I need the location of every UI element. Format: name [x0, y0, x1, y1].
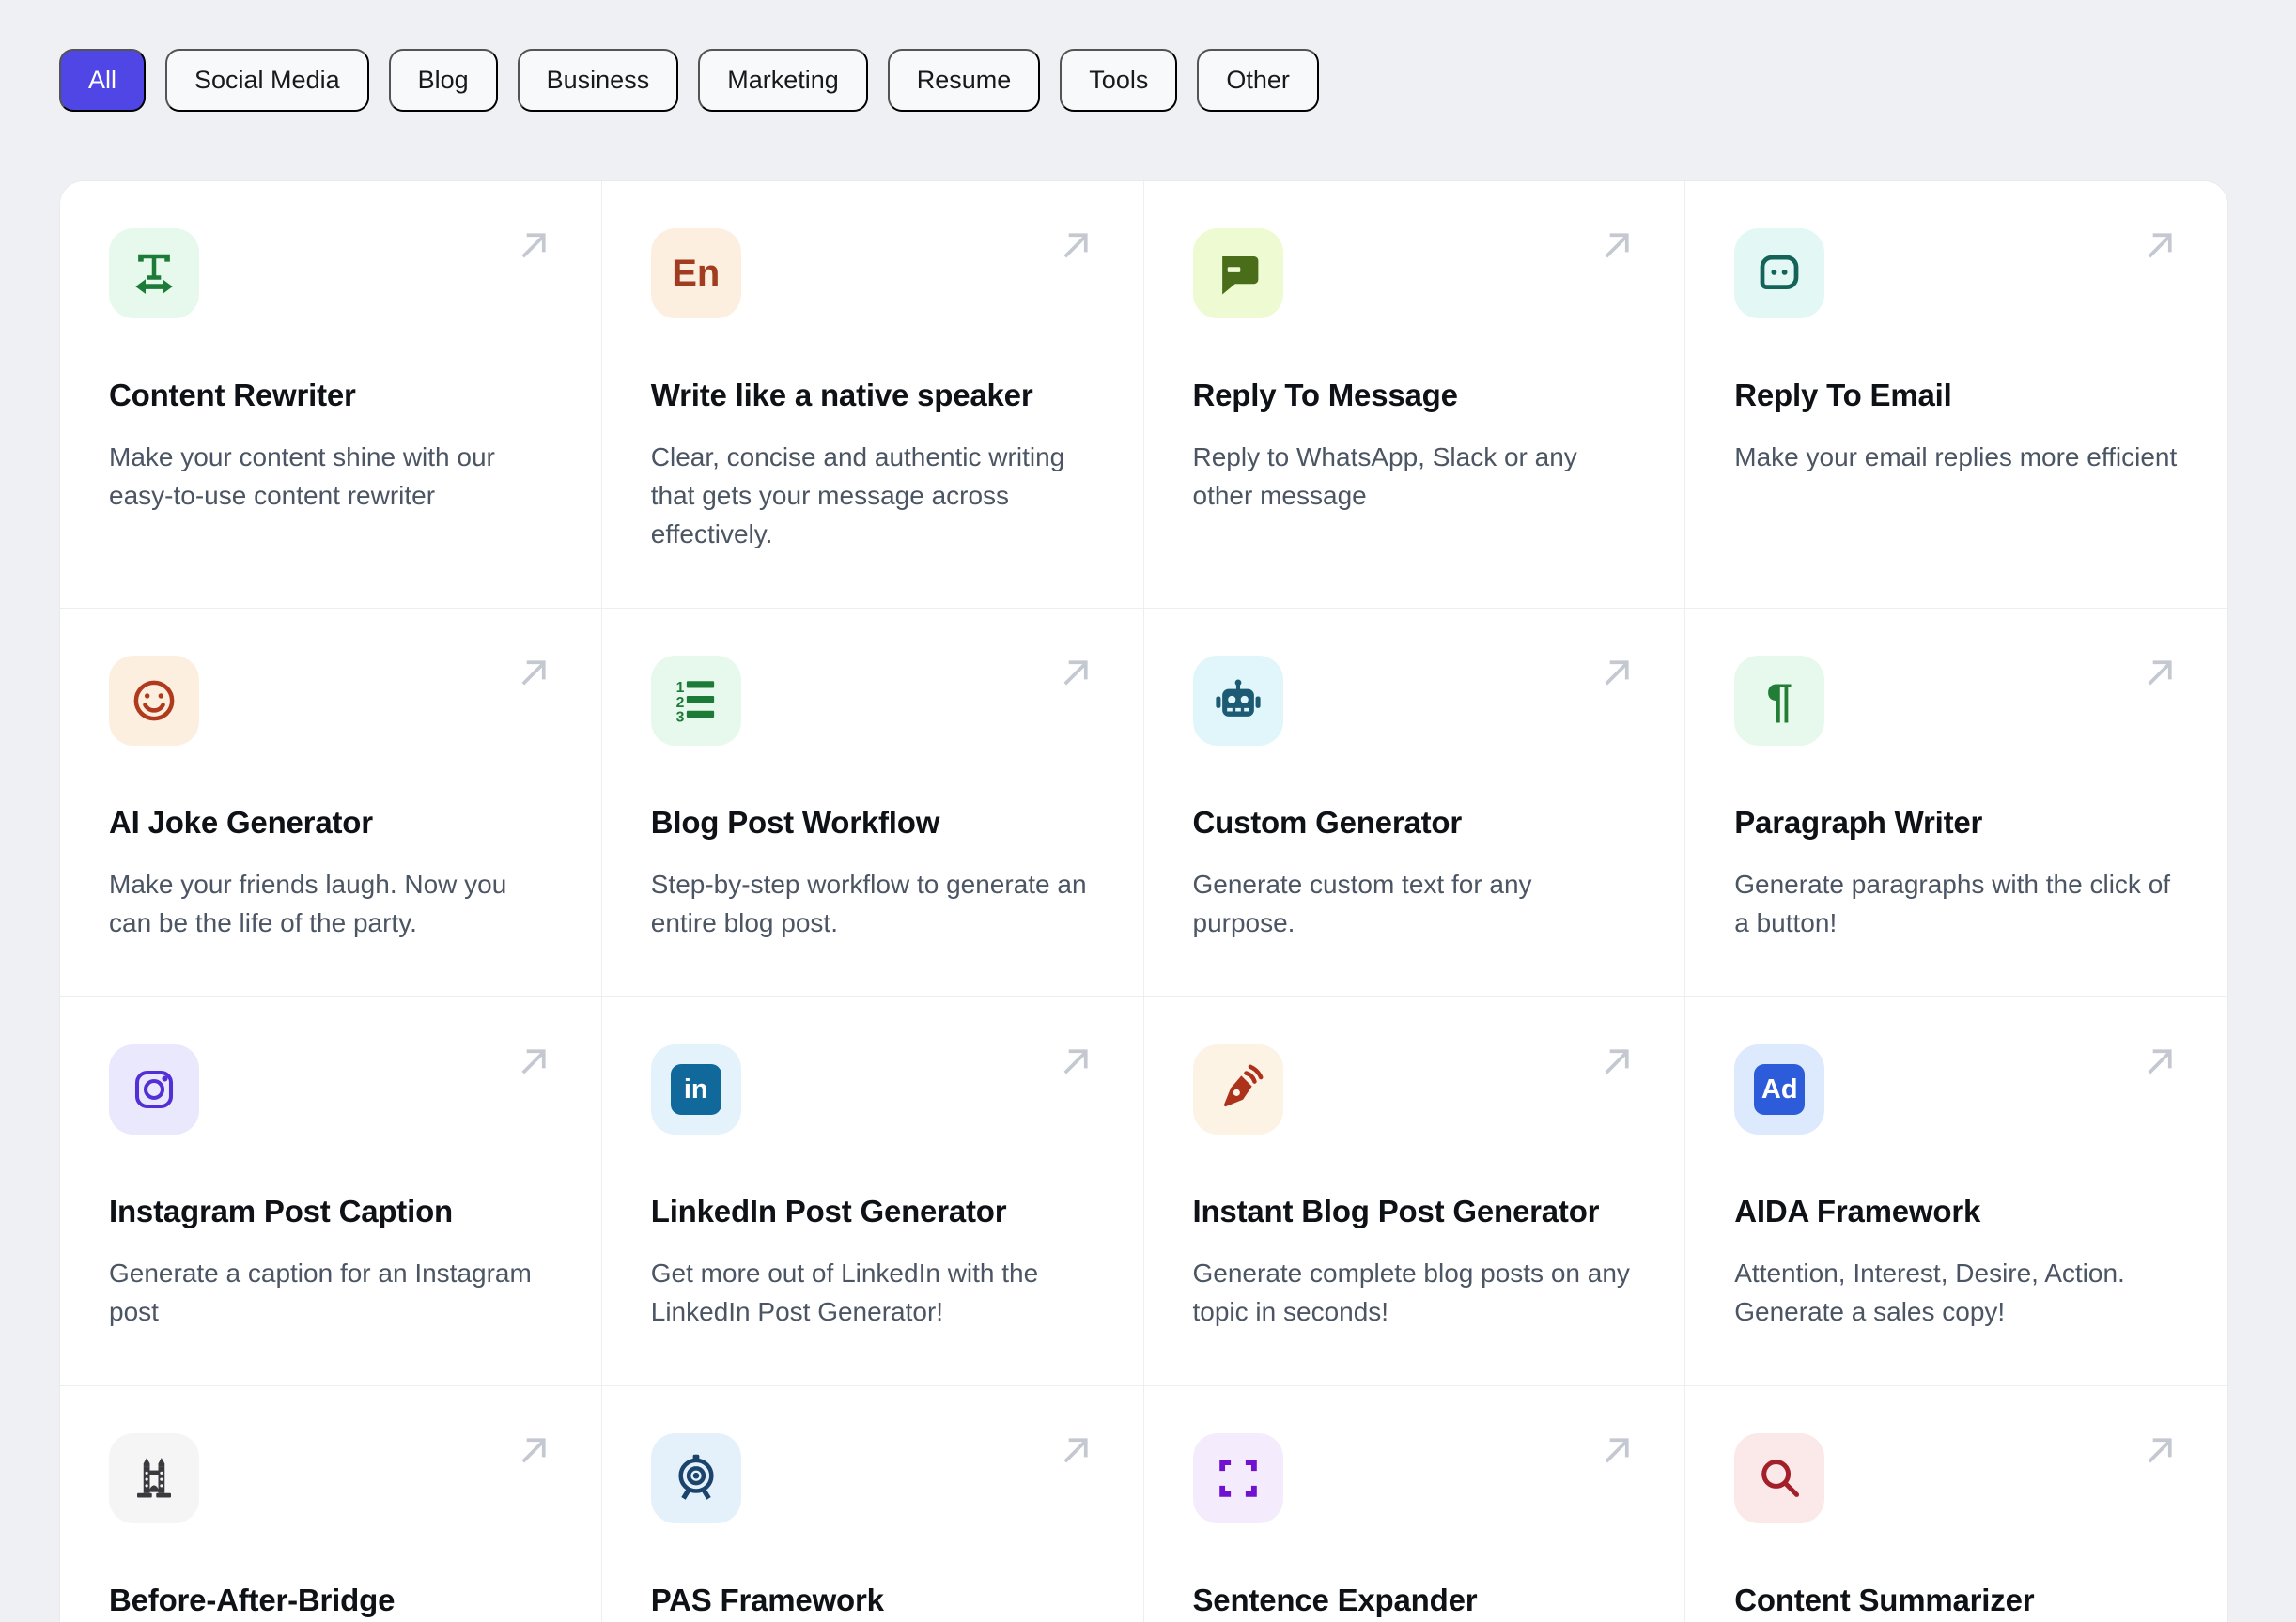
filter-tab-marketing[interactable]: Marketing: [698, 49, 868, 112]
card-description: Reply to WhatsApp, Slack or any other me…: [1192, 442, 1577, 510]
open-arrow-icon[interactable]: [2140, 653, 2180, 693]
card-description: Make your friends laugh. Now you can be …: [109, 870, 507, 937]
tool-card[interactable]: Instant Blog Post Generator Generate com…: [1143, 997, 1686, 1386]
expand-icon: [1192, 1433, 1283, 1523]
filter-tab-resume[interactable]: Resume: [887, 49, 1041, 112]
card-title: Reply To Email: [1734, 378, 1952, 412]
card-title: Paragraph Writer: [1734, 805, 1983, 840]
card-description: Make your email replies more efficient: [1734, 442, 2178, 471]
card-description: Generate a caption for an Instagram post: [109, 1259, 532, 1326]
card-title: Sentence Expander: [1192, 1583, 1478, 1617]
svg-text:1: 1: [675, 680, 684, 696]
tools-grid: Content Rewriter Make your content shine…: [59, 180, 2228, 1622]
card-description: Generate custom text for any purpose.: [1192, 870, 1532, 937]
open-arrow-icon[interactable]: [2140, 1042, 2180, 1082]
filter-tab-label: All: [88, 66, 117, 94]
card-title: Reply To Message: [1192, 378, 1458, 412]
magnifier-icon: [1734, 1433, 1825, 1523]
tool-card[interactable]: ¶ Paragraph Writer Generate paragraphs w…: [1685, 609, 2227, 997]
bridge-icon: [109, 1433, 199, 1523]
card-description: Step-by-step workflow to generate an ent…: [650, 870, 1087, 937]
pilcrow-icon: ¶: [1734, 656, 1825, 746]
card-title: Instant Blog Post Generator: [1192, 1194, 1600, 1228]
filter-tab-tools[interactable]: Tools: [1060, 49, 1178, 112]
tool-card[interactable]: 123 Blog Post Workflow Step-by-step work…: [601, 609, 1144, 997]
open-arrow-icon[interactable]: [514, 1430, 554, 1471]
card-title: AI Joke Generator: [109, 805, 373, 840]
chat-bubble-dots-icon: [1734, 228, 1825, 318]
filter-tab-all[interactable]: All: [59, 49, 147, 112]
filter-tab-label: Resume: [916, 66, 1012, 94]
open-arrow-icon[interactable]: [514, 1042, 554, 1082]
filter-tab-label: Tools: [1089, 66, 1149, 94]
tool-card[interactable]: En Write like a native speaker Clear, co…: [601, 181, 1144, 609]
card-title: Instagram Post Caption: [109, 1194, 453, 1228]
svg-text:3: 3: [675, 710, 684, 726]
filter-tab-social-media[interactable]: Social Media: [165, 49, 369, 112]
tool-card[interactable]: in LinkedIn Post Generator Get more out …: [601, 997, 1144, 1386]
filter-tab-label: Blog: [417, 66, 469, 94]
card-description: Get more out of LinkedIn with the Linked…: [650, 1259, 1039, 1326]
card-description: Generate paragraphs with the click of a …: [1734, 870, 2171, 937]
card-description: Attention, Interest, Desire, Action. Gen…: [1734, 1259, 2125, 1326]
open-arrow-icon[interactable]: [1056, 1430, 1096, 1471]
filter-tab-label: Business: [546, 66, 650, 94]
card-title: AIDA Framework: [1734, 1194, 1981, 1228]
open-arrow-icon[interactable]: [514, 225, 554, 266]
tool-card[interactable]: Instagram Post Caption Generate a captio…: [60, 997, 602, 1386]
tool-card[interactable]: Custom Generator Generate custom text fo…: [1143, 609, 1686, 997]
open-arrow-icon[interactable]: [514, 653, 554, 693]
open-arrow-icon[interactable]: [1597, 1430, 1637, 1471]
open-arrow-icon[interactable]: [1056, 225, 1096, 266]
open-arrow-icon[interactable]: [1056, 653, 1096, 693]
tool-card[interactable]: Reply To Message Reply to WhatsApp, Slac…: [1143, 181, 1686, 609]
card-description: Make your content shine with our easy-to…: [109, 442, 495, 510]
open-arrow-icon[interactable]: [2140, 1430, 2180, 1471]
robot-icon: [1192, 656, 1283, 746]
category-filter-tabs: All Social Media Blog Business Marketing Resu…: [59, 49, 1319, 112]
card-title: Content Rewriter: [109, 378, 356, 412]
card-description: Generate complete blog posts on any topi…: [1192, 1259, 1630, 1326]
open-arrow-icon[interactable]: [1597, 225, 1637, 266]
linkedin-icon: in: [650, 1044, 741, 1135]
open-arrow-icon[interactable]: [2140, 225, 2180, 266]
target-icon: [650, 1433, 741, 1523]
tool-card[interactable]: Before-After-Bridge: [60, 1386, 602, 1622]
filter-tab-other[interactable]: Other: [1197, 49, 1319, 112]
card-description: Clear, concise and authentic writing tha…: [650, 442, 1065, 548]
tool-card[interactable]: Content Rewriter Make your content shine…: [60, 181, 602, 609]
message-bubble-icon: [1192, 228, 1283, 318]
tool-card[interactable]: Reply To Email Make your email replies m…: [1685, 181, 2227, 609]
tool-card[interactable]: Content Summarizer: [1685, 1386, 2227, 1622]
open-arrow-icon[interactable]: [1056, 1042, 1096, 1082]
tool-card[interactable]: Ad AIDA Framework Attention, Interest, D…: [1685, 997, 2227, 1386]
svg-text:2: 2: [675, 695, 684, 711]
open-arrow-icon[interactable]: [1597, 1042, 1637, 1082]
text-width-icon: [109, 228, 199, 318]
filter-tab-label: Other: [1226, 66, 1290, 94]
filter-tab-blog[interactable]: Blog: [388, 49, 498, 112]
numbered-list-icon: 123: [650, 656, 741, 746]
tool-card[interactable]: AI Joke Generator Make your friends laug…: [60, 609, 602, 997]
tool-card[interactable]: Sentence Expander: [1143, 1386, 1686, 1622]
ad-badge-icon: Ad: [1734, 1044, 1825, 1135]
card-title: LinkedIn Post Generator: [650, 1194, 1007, 1228]
card-title: Content Summarizer: [1734, 1583, 2035, 1617]
card-title: Before-After-Bridge: [109, 1583, 396, 1617]
tool-card[interactable]: PAS Framework: [601, 1386, 1144, 1622]
open-arrow-icon[interactable]: [1597, 653, 1637, 693]
filter-tab-label: Marketing: [727, 66, 839, 94]
card-title: Custom Generator: [1192, 805, 1463, 840]
filter-tab-business[interactable]: Business: [517, 49, 679, 112]
card-title: Blog Post Workflow: [650, 805, 940, 840]
card-title: PAS Framework: [650, 1583, 884, 1617]
card-title: Write like a native speaker: [650, 378, 1033, 412]
pen-nib-signal-icon: [1192, 1044, 1283, 1135]
instagram-icon: [109, 1044, 199, 1135]
filter-tab-label: Social Media: [194, 66, 340, 94]
english-en-icon: En: [650, 228, 741, 318]
smiley-face-icon: [109, 656, 199, 746]
